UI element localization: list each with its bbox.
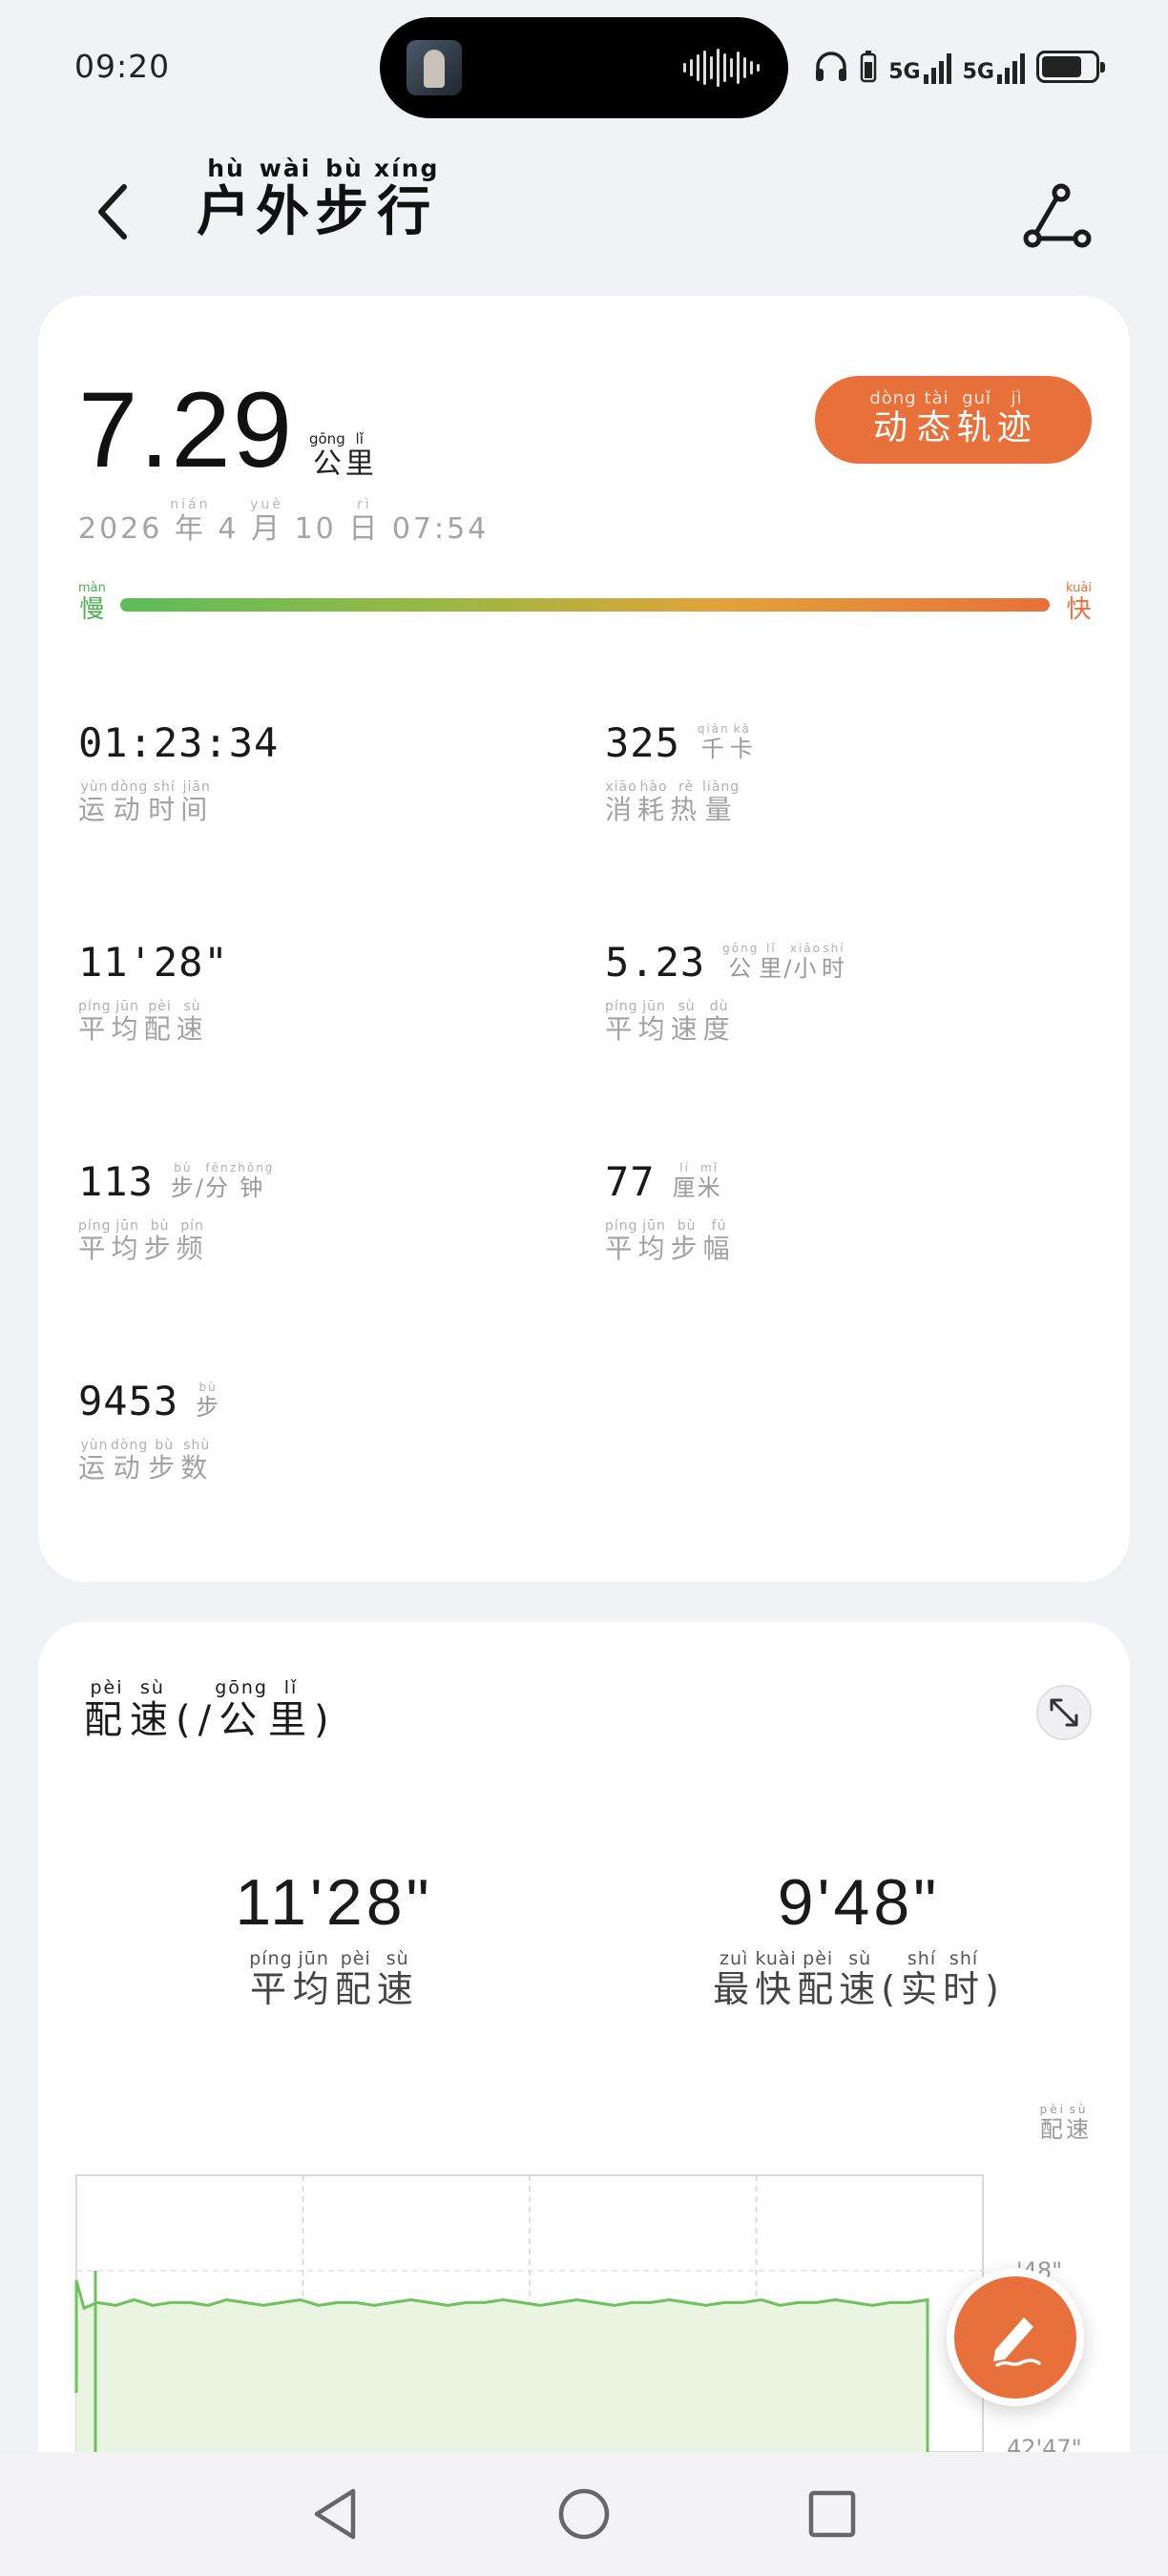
metric-item: 325 千qiān卡kǎ 消xiāo耗hào热rè量liàng <box>605 719 755 827</box>
metric-item: 11'28" 平píng均jūn配pèi速sù <box>78 943 229 1047</box>
header: 户hù外wài步bù行xíng <box>0 143 1168 277</box>
metric-label: 平píng均jūn步bù频pín <box>78 1218 209 1264</box>
metric-item: 113 步bù/分fēn钟zhōng 平píng均jūn步bù频pín <box>78 1158 275 1266</box>
metric-unit: 步bù <box>196 1381 221 1421</box>
distance-unit: 公gōng里lǐ <box>308 430 374 481</box>
metric-item: 5.23 公gōng里lǐ/小xiǎo时shí 平píng均jūn速sù度dù <box>605 939 846 1047</box>
metric-item: 01:23:34 运yùn动dòng时shí间jiān <box>78 723 279 827</box>
summary-card: 7.29 公gōng里lǐ 动dòng态tài轨guǐ迹jì 2026 年niá… <box>38 296 1130 1582</box>
metric-unit: 步bù/分fēn钟zhōng <box>170 1161 275 1201</box>
metric-label: 运yùn动dòng步bù数shù <box>78 1438 214 1484</box>
dynamic-island[interactable] <box>380 17 788 118</box>
signal-icon: 5G <box>888 50 951 84</box>
metric-label: 平píng均jūn配pèi速sù <box>78 999 209 1045</box>
metric-value: 9453 <box>78 1378 179 1424</box>
metric-item: 9453 步bù 运yùn动dòng步bù数shù <box>78 1381 220 1485</box>
status-time: 09:20 <box>74 48 171 85</box>
metric-label: 平píng均jūn速sù度dù <box>605 999 736 1045</box>
back-triangle-icon <box>314 2488 356 2540</box>
metric-value: 113 <box>78 1158 154 1205</box>
route-share-icon <box>1023 183 1092 248</box>
back-button[interactable] <box>84 174 141 250</box>
music-cover-thumbnail <box>407 40 462 95</box>
metric-label: 平píng均jūn步bù幅fú <box>605 1218 736 1264</box>
route-share-button[interactable] <box>1019 179 1095 256</box>
metric-value: 11'28" <box>78 939 229 986</box>
dynamic-track-button[interactable]: 动dòng态tài轨guǐ迹jì <box>815 376 1092 464</box>
speed-gradient-bar <box>120 598 1050 612</box>
home-circle-icon <box>558 2488 610 2540</box>
nav-recents-button[interactable] <box>794 2476 870 2552</box>
status-icons: 5G 5G <box>814 44 1105 90</box>
workout-date: 2026 年nián 4 月yuè 10 日rì 07:54 <box>78 497 490 546</box>
metric-value: 77 <box>605 1158 656 1205</box>
speed-color-scale: 慢màn 快kuài <box>78 581 1092 630</box>
pace-card: 配pèi速sù(/公gōng里lǐ) 11'28" 平píng均jūn配pèi速… <box>38 1622 1130 2576</box>
system-nav-bar <box>0 2452 1168 2576</box>
chevron-left-icon <box>98 184 127 239</box>
metric-label: 运yùn动dòng时shí间jiān <box>78 779 214 825</box>
recents-square-icon <box>808 2490 856 2538</box>
edit-pen-icon <box>993 2317 1041 2367</box>
battery-icon <box>1036 51 1105 83</box>
nav-home-button[interactable] <box>546 2476 622 2552</box>
metric-value: 325 <box>605 719 680 766</box>
metric-unit: 厘lí米mǐ <box>672 1161 722 1201</box>
speed-slow-label: 慢màn <box>78 581 106 624</box>
signal-icon: 5G <box>963 50 1025 84</box>
audio-wave-icon <box>683 46 760 90</box>
battery-small-icon <box>861 51 877 83</box>
metric-value: 01:23:34 <box>78 719 280 766</box>
metric-value: 5.23 <box>605 939 706 986</box>
dynamic-track-label: 动dòng态tài轨guǐ迹jì <box>869 388 1037 447</box>
speed-fast-label: 快kuài <box>1066 581 1092 624</box>
distance-value: 7.29 <box>78 370 294 489</box>
page-title: 户hù外wài步bù行xíng <box>197 155 440 243</box>
nav-back-button[interactable] <box>298 2476 374 2552</box>
metric-item: 77 厘lí米mǐ 平píng均jūn步bù幅fú <box>605 1158 736 1266</box>
metric-unit: 公gōng里lǐ/小xiǎo时shí <box>722 942 846 982</box>
headphones-icon <box>816 52 847 81</box>
status-bar: 09:20 5G 5G <box>0 0 1168 134</box>
distance-display: 7.29 公gōng里lǐ <box>78 377 374 484</box>
edit-fab-button[interactable] <box>947 2269 1084 2406</box>
metric-unit: 千qiān卡kǎ <box>697 722 755 762</box>
metric-label: 消xiāo耗hào热rè量liàng <box>605 779 740 825</box>
